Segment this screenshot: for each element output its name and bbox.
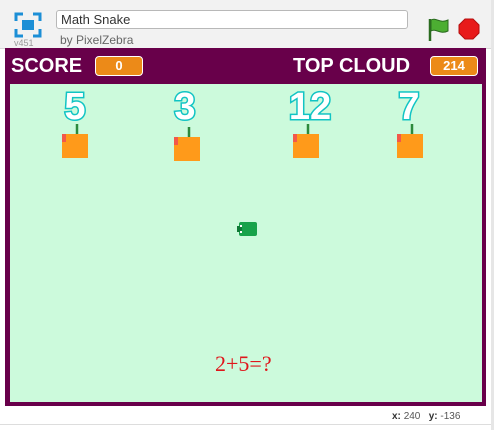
project-title-input[interactable] [56,10,408,29]
answer-number: 7 [397,85,421,130]
top-cloud-label: TOP CLOUD [293,55,411,77]
answer-number: 5 [63,85,87,130]
snake-icon [237,222,257,236]
green-flag-icon[interactable] [426,16,450,42]
mouse-coordinates: x: 240 y: -136 [392,411,460,422]
top-cloud-value: 214 [430,56,478,76]
y-coordinate-value: -136 [440,411,461,422]
x-coordinate-value: 240 [403,411,421,422]
author-label: by PixelZebra [60,33,134,47]
fruit-icon [293,124,319,158]
playfield[interactable]: 5 3 12 7 2+5=? [10,84,482,402]
fruit-icon [62,124,88,158]
answer-number: 3 [173,85,197,130]
game-stage[interactable]: SCORE 0 TOP CLOUD 214 5 3 12 7 2+5=? [5,48,486,406]
stop-icon[interactable] [458,18,480,40]
score-value: 0 [95,56,143,76]
fruit-icon [397,124,423,158]
version-label: v451 [14,38,34,48]
score-label: SCORE [11,55,83,77]
fullscreen-icon[interactable] [14,12,42,38]
answer-number: 12 [287,85,332,130]
y-coordinate-label: y: [428,411,438,422]
x-coordinate-label: x: [392,411,401,422]
math-question: 2+5=? [215,351,272,376]
player-toolbar: v451 by PixelZebra [0,0,494,49]
fruit-icon [174,127,200,161]
divider [0,424,494,425]
